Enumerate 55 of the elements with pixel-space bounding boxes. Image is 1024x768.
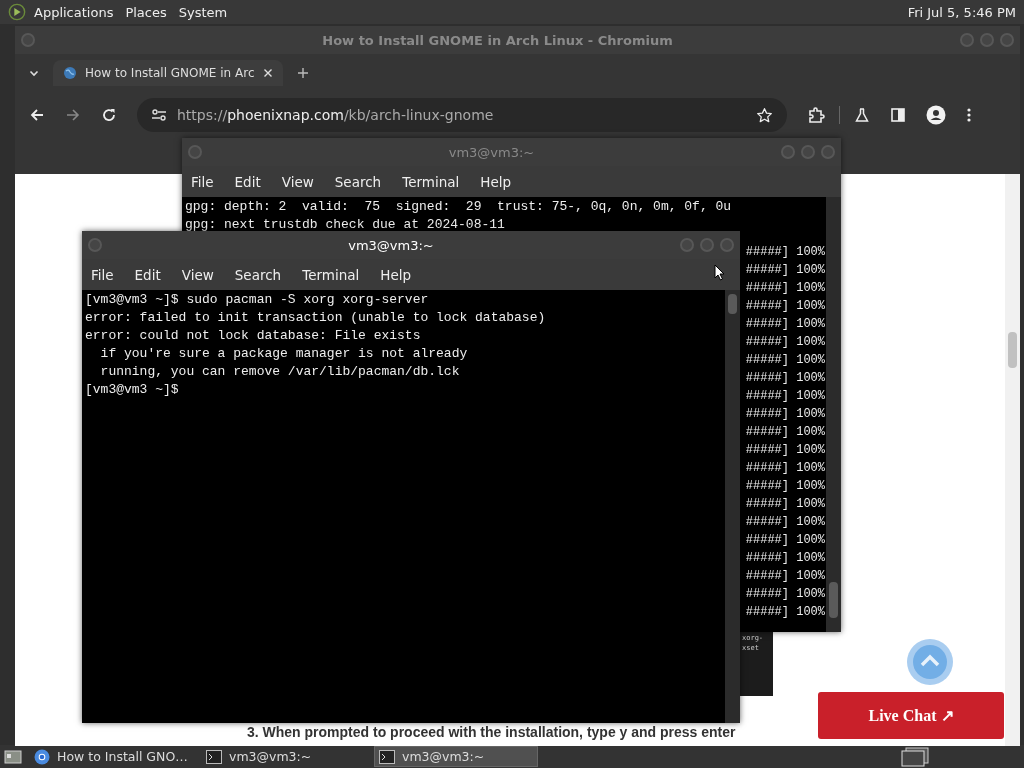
terminal-line: error: could not lock database: File exists xyxy=(85,327,422,345)
terminal-line: #####] 100% xyxy=(745,478,825,495)
terminal-line: #####] 100% xyxy=(745,334,825,351)
menu-item[interactable]: File xyxy=(91,266,114,283)
terminal-line: #####] 100% xyxy=(745,460,825,477)
terminal-line: #####] 100% xyxy=(745,352,825,369)
panel-menu[interactable]: System xyxy=(178,4,228,20)
browser-tab[interactable]: How to Install GNOME in Arc xyxy=(53,60,283,86)
menu-item[interactable]: View xyxy=(181,266,214,283)
taskbar-button[interactable]: How to Install GNO… xyxy=(30,746,194,767)
terminal-line: if you're sure a package manager is not already xyxy=(99,345,469,363)
terminal-line: #####] 100% xyxy=(745,550,825,567)
terminal-line: #####] 100% xyxy=(745,280,825,297)
terminal-line: #####] 100% xyxy=(745,244,825,261)
live-chat-button[interactable]: Live Chat ↗ xyxy=(818,692,1004,739)
terminal-line: [vm3@vm3 ~]$ xyxy=(85,381,180,399)
menu-item[interactable]: Search xyxy=(234,266,282,283)
menu-item[interactable]: Terminal xyxy=(302,266,360,283)
menu-item[interactable]: Terminal xyxy=(402,173,460,190)
taskbar-button[interactable]: vm3@vm3:~ xyxy=(374,746,538,767)
terminal-line: running, you can remove /var/lib/pacman/db.lck xyxy=(99,363,461,381)
terminal-line: #####] 100% xyxy=(745,406,825,423)
panel-menu[interactable]: Applications xyxy=(34,4,114,20)
menu-item[interactable]: Search xyxy=(334,173,382,190)
terminal-line: #####] 100% xyxy=(745,388,825,405)
address-bar[interactable]: https://phoenixnap.com/kb/arch-linux-gnome xyxy=(137,98,787,132)
menu-item[interactable]: Edit xyxy=(134,266,161,283)
menu-item[interactable]: Help xyxy=(480,173,512,190)
menu-item[interactable]: Edit xyxy=(234,173,261,190)
terminal-line: #####] 100% xyxy=(745,424,825,441)
taskbar-button[interactable]: vm3@vm3:~ xyxy=(202,746,366,767)
terminal-line: #####] 100% xyxy=(745,586,825,603)
terminal-line: #####] 100% xyxy=(745,442,825,459)
terminal-line: #####] 100% xyxy=(745,262,825,279)
terminal-line: #####] 100% xyxy=(745,496,825,513)
terminal-line: #####] 100% xyxy=(745,604,825,621)
terminal-line: gpg: depth: 2 valid: 75 signed: 29 trust: 75-, 0q, 0n, 0m, 0f, 0u xyxy=(185,198,733,216)
step-text: 3. When prompted to proceed with the installation, type y and press enter xyxy=(247,724,736,740)
terminal-line: #####] 100% xyxy=(745,514,825,531)
window-title: How to Install GNOME in Arch Linux - Chromium xyxy=(321,32,674,48)
terminal-line: #####] 100% xyxy=(745,316,825,333)
terminal-line: #####] 100% xyxy=(745,532,825,549)
clock[interactable]: Fri Jul 5, 5:46 PM xyxy=(907,4,1016,20)
menu-item[interactable]: Help xyxy=(380,266,412,283)
terminal-line: error: failed to init transaction (unable to lock database) xyxy=(85,309,547,327)
menu-item[interactable]: View xyxy=(281,173,314,190)
window-title: vm3@vm3:~ xyxy=(347,237,435,253)
terminal-line: #####] 100% xyxy=(745,298,825,315)
panel-menu[interactable]: Places xyxy=(125,4,167,20)
terminal-line: gpg: next trustdb check due at 2024-08-11 xyxy=(185,216,506,234)
terminal-line: #####] 100% xyxy=(745,568,825,585)
window-title: vm3@vm3:~ xyxy=(447,144,536,160)
terminal-line: [vm3@vm3 ~]$ sudo pacman -S xorg xorg-server xyxy=(85,291,430,309)
terminal-line: #####] 100% xyxy=(745,370,825,387)
menu-item[interactable]: File xyxy=(191,173,214,190)
